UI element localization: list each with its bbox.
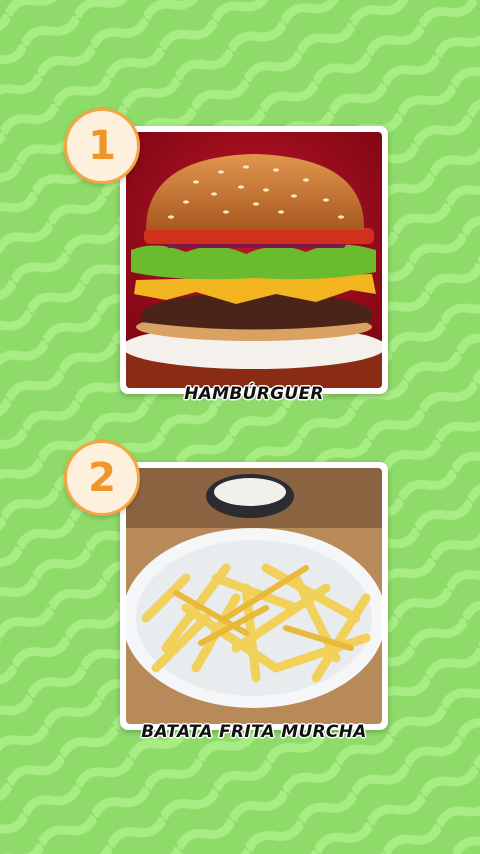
- item-caption-1: HAMBÚRGUER: [184, 384, 324, 404]
- item-caption-2: BATATA FRITA MURCHA: [141, 722, 367, 742]
- item-card-1[interactable]: [120, 126, 388, 394]
- item-number-badge-1: 1: [64, 108, 140, 184]
- french-fries-photo: [126, 468, 382, 724]
- item-number-badge-2: 2: [64, 440, 140, 516]
- item-card-2[interactable]: [120, 462, 388, 730]
- hamburger-photo: [126, 132, 382, 388]
